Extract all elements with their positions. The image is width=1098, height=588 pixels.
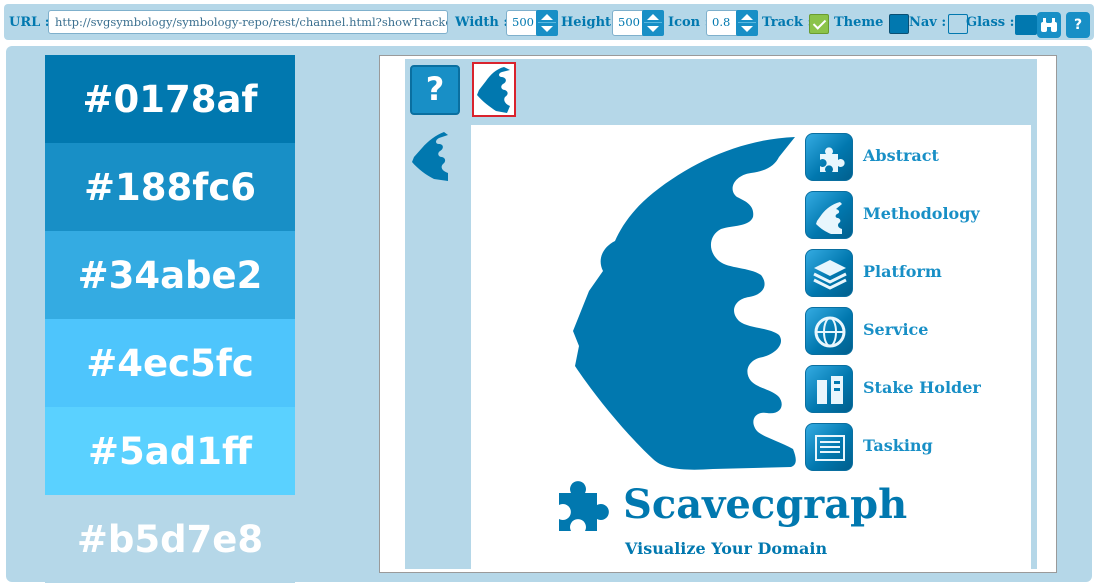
toolbar-help-button[interactable]: ? <box>1066 12 1090 38</box>
nav-color-swatch[interactable] <box>948 14 968 34</box>
icon-label: Icon : <box>668 15 710 30</box>
search-button[interactable] <box>1037 12 1061 38</box>
preview-canvas: ? Abstract Methodology Platform Service … <box>405 59 1037 569</box>
preview-frame: ? Abstract Methodology Platform Service … <box>379 55 1057 573</box>
menu-label-platform: Platform <box>863 262 942 281</box>
head-profile-icon <box>412 132 448 181</box>
palette-swatch[interactable]: #0178af <box>45 55 295 143</box>
menu-item-tasking[interactable]: Tasking <box>805 423 1005 473</box>
menu-item-abstract[interactable]: Abstract <box>805 133 1005 183</box>
menu-item-service[interactable]: Service <box>805 307 1005 357</box>
url-input[interactable]: http://svgsymbology/symbology-repo/rest/… <box>48 10 448 34</box>
icon-scale-stepper[interactable]: 0.8 <box>706 10 758 36</box>
building-icon <box>817 376 843 404</box>
menu-label-service: Service <box>863 320 929 339</box>
icon-scale-value[interactable]: 0.8 <box>707 11 730 35</box>
menu-icon-frame <box>805 191 853 239</box>
theme-label: Theme : <box>834 15 893 30</box>
url-label: URL : <box>9 15 50 30</box>
brand-name: Scavecgraph <box>623 481 908 528</box>
menu-label-methodology: Methodology <box>863 204 980 223</box>
palette-swatch[interactable]: #34abe2 <box>45 231 295 319</box>
menu-label-stake-holder: Stake Holder <box>863 378 981 397</box>
menu-item-platform[interactable]: Platform <box>805 249 1005 299</box>
puzzle-icon <box>820 147 845 172</box>
palette-swatch[interactable]: #188fc6 <box>45 143 295 231</box>
height-stepper[interactable]: 500 <box>612 10 664 36</box>
width-stepper[interactable]: 500 <box>506 10 558 36</box>
theme-color-swatch[interactable] <box>889 14 909 34</box>
height-value[interactable]: 500 <box>613 11 640 35</box>
head-profile-icon <box>477 67 510 113</box>
glass-color-swatch[interactable] <box>1015 15 1037 35</box>
menu-icon-frame <box>805 307 853 355</box>
menu-icon-frame <box>805 365 853 413</box>
preview-help-button[interactable]: ? <box>410 65 460 115</box>
globe-gear-icon <box>814 316 846 348</box>
menu-item-stake-holder[interactable]: Stake Holder <box>805 365 1005 415</box>
selected-thumbnail[interactable] <box>472 62 516 117</box>
brand-tagline: Visualize Your Domain <box>625 539 828 558</box>
palette-swatch[interactable]: #5ad1ff <box>45 407 295 495</box>
color-palette: #0178af #188fc6 #34abe2 #4ec5fc #5ad1ff … <box>45 55 295 583</box>
side-nav-icon[interactable] <box>408 129 452 183</box>
menu-label-tasking: Tasking <box>863 436 933 455</box>
width-label: Width : <box>455 15 509 30</box>
width-spin-buttons[interactable] <box>536 10 558 36</box>
track-checkbox[interactable] <box>809 14 829 34</box>
scavecgraph-logo-icon <box>573 137 796 470</box>
main-panel: #0178af #188fc6 #34abe2 #4ec5fc #5ad1ff … <box>6 46 1092 583</box>
content-card: Abstract Methodology Platform Service St… <box>471 125 1031 569</box>
palette-swatch[interactable]: #b5d7e8 <box>45 495 295 583</box>
menu-icon-frame <box>805 133 853 181</box>
width-value[interactable]: 500 <box>507 11 534 35</box>
layers-icon <box>813 260 847 290</box>
menu-label-abstract: Abstract <box>863 146 939 165</box>
toolbar: URL : http://svgsymbology/symbology-repo… <box>4 4 1094 40</box>
list-icon <box>815 435 845 461</box>
menu-icon-frame <box>805 423 853 471</box>
track-label: Track : <box>762 15 813 30</box>
menu-icon-frame <box>805 249 853 297</box>
glass-label: Glass : <box>966 15 1015 30</box>
palette-swatch[interactable]: #4ec5fc <box>45 319 295 407</box>
head-profile-icon <box>816 202 842 234</box>
height-spin-buttons[interactable] <box>642 10 664 36</box>
nav-label: Nav : <box>909 15 947 30</box>
puzzle-icon <box>559 481 609 531</box>
menu-item-methodology[interactable]: Methodology <box>805 191 1005 241</box>
binoculars-icon <box>1041 18 1057 32</box>
icon-scale-spin-buttons[interactable] <box>736 10 758 36</box>
